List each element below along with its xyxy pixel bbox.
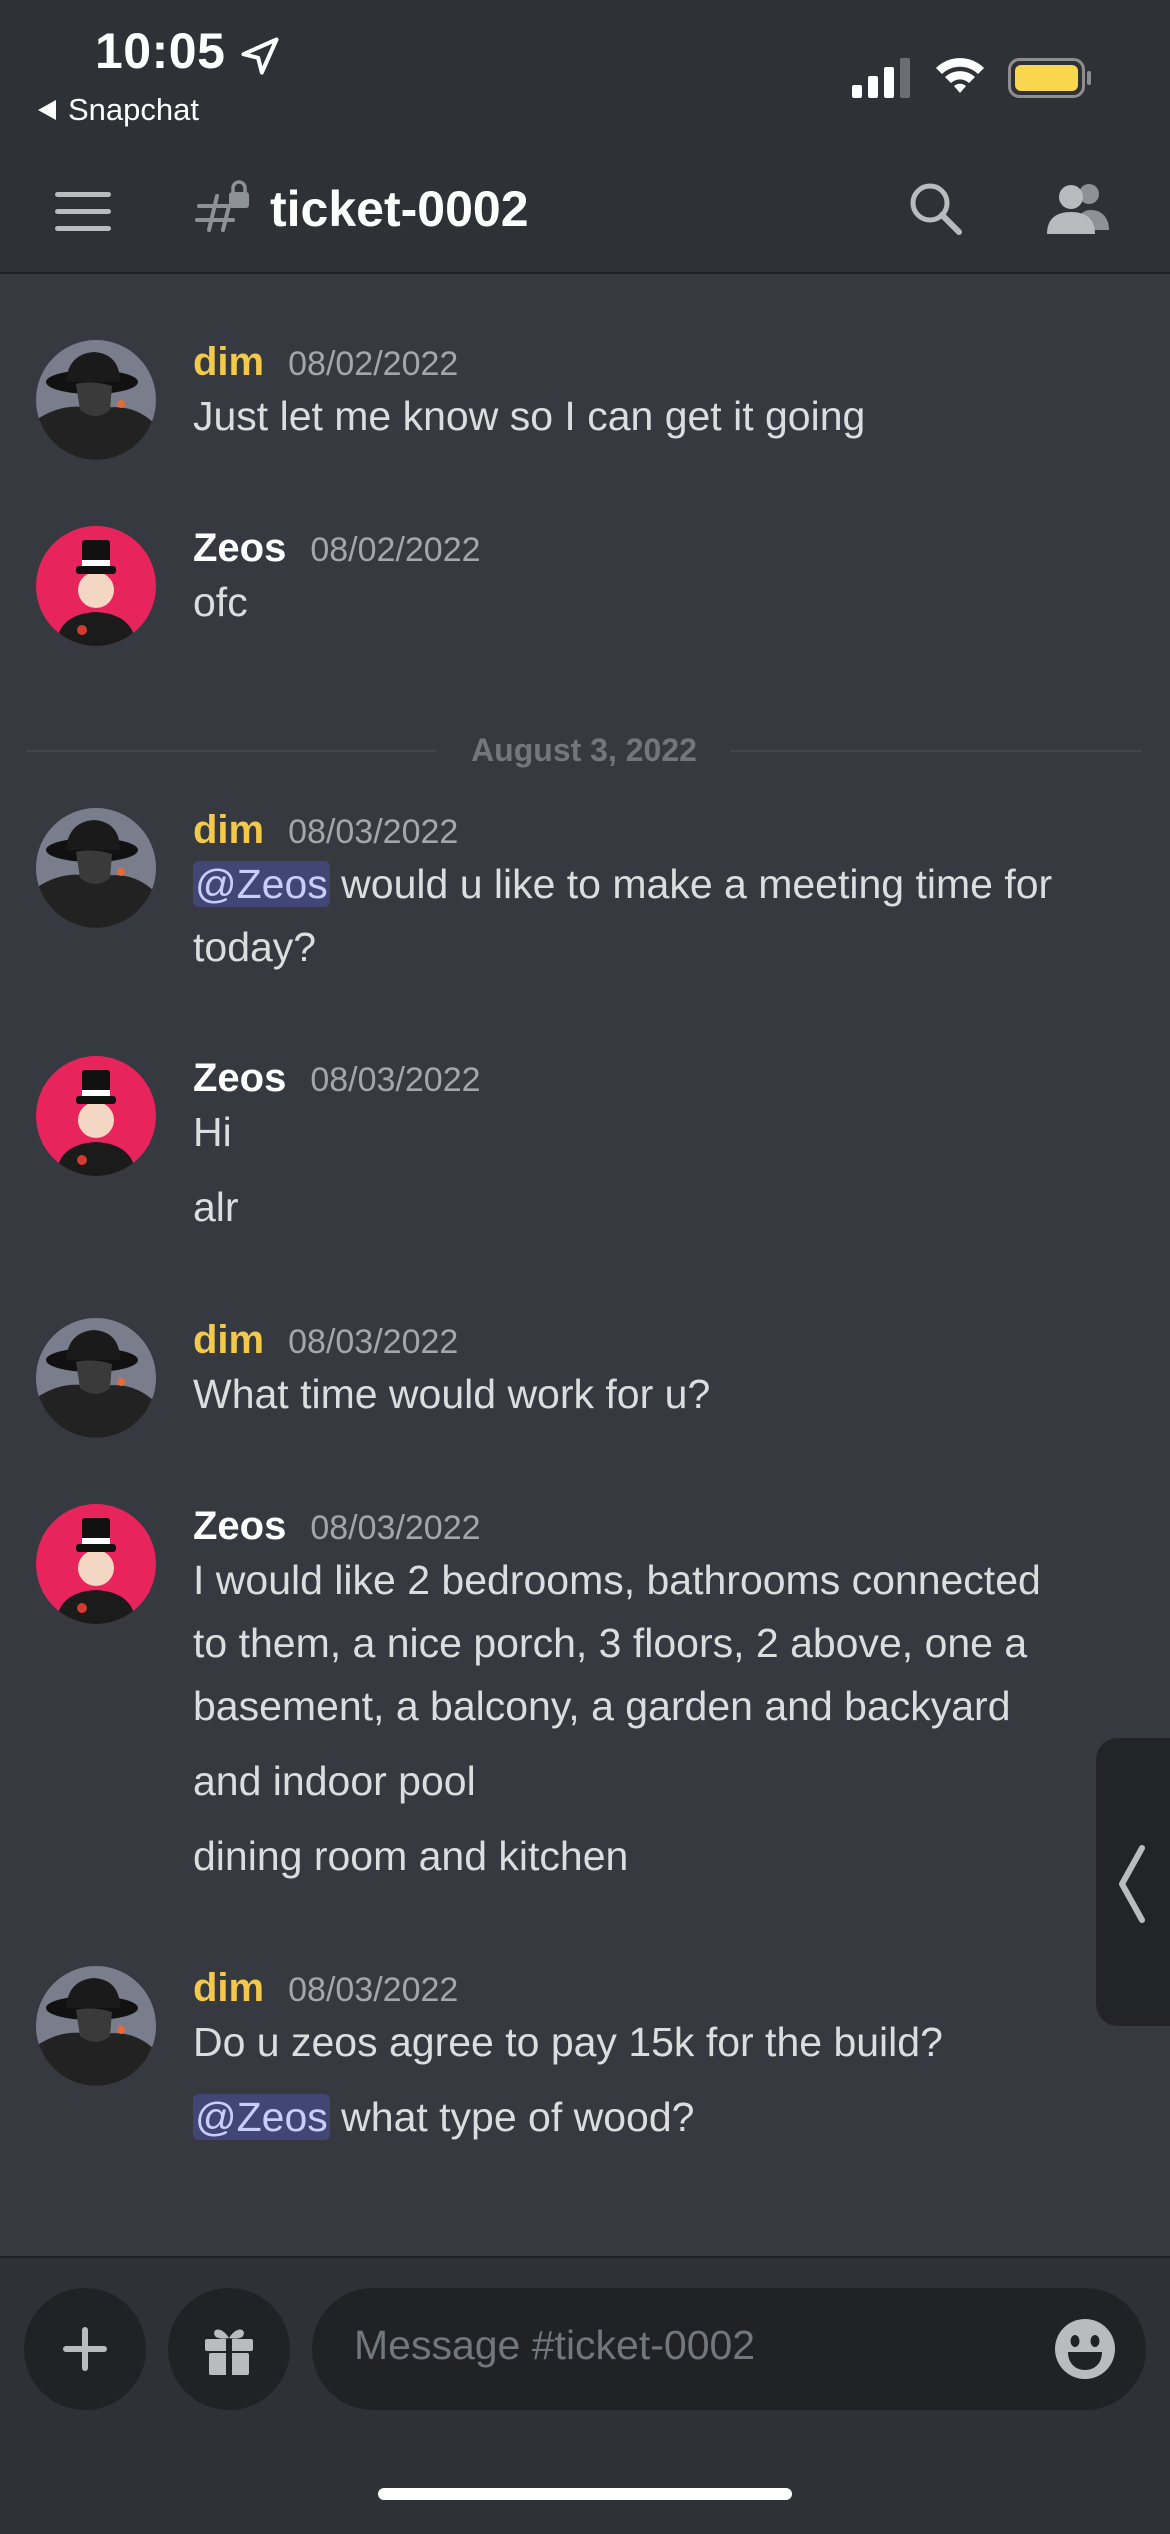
message-timestamp: 08/03/2022 [310,1509,481,1547]
wifi-icon [936,58,984,93]
battery-icon [1008,58,1091,98]
message-author[interactable]: dim [193,1318,264,1363]
channel-title: ticket-0002 [270,181,529,237]
message-text: What time would work for u? [193,1371,711,1417]
avatar-zeos[interactable] [36,526,156,646]
message-text: @Zeos would u like to make a meeting tim… [193,853,1143,916]
message-author[interactable]: dim [193,340,264,385]
message-author[interactable]: Zeos [193,526,286,571]
date-divider-label: August 3, 2022 [443,732,725,768]
gift-icon [205,2329,253,2375]
message-timestamp: 08/02/2022 [310,531,481,569]
avatar-dim-image [36,1318,156,1438]
avatar-dim[interactable] [36,1318,156,1438]
home-indicator[interactable] [378,2488,792,2500]
message-author[interactable]: dim [193,808,264,853]
locked-channel-icon [195,180,249,232]
avatar-dim-image [36,1966,156,2086]
avatar-zeos-image [36,1504,156,1624]
message-text: Do u zeos agree to pay 15k for the build… [193,2019,943,2065]
message-list[interactable]: dim 08/02/2022 Just let me know so I can … [0,274,1170,2274]
members-icon[interactable] [1045,180,1111,236]
message-text: and indoor pool [193,1758,476,1804]
search-icon[interactable] [905,178,965,238]
message-text: @Zeos what type of wood? [193,2086,1143,2149]
channel-header: ticket-0002 [0,150,1170,274]
chevron-left-icon [1119,1845,1145,1923]
location-arrow-icon [241,37,279,75]
avatar-dim-image [36,808,156,928]
message-text: Hi [193,1109,232,1155]
avatar-dim[interactable] [36,808,156,928]
message-input[interactable]: Message #ticket-0002 [312,2288,1146,2410]
cellular-signal-icon [852,58,910,98]
message-author[interactable]: Zeos [193,1056,286,1101]
message-author[interactable]: dim [193,1966,264,2011]
message-text: dining room and kitchen [193,1833,629,1879]
emoji-icon[interactable] [1054,2318,1116,2380]
message-input-placeholder: Message #ticket-0002 [354,2322,756,2368]
gift-button[interactable] [168,2288,290,2410]
status-time: 10:05 [95,23,226,79]
avatar-zeos-image [36,1056,156,1176]
avatar-zeos[interactable] [36,1056,156,1176]
message-text: to them, a nice porch, 3 floors, 2 above… [193,1620,1028,1666]
avatar-zeos[interactable] [36,1504,156,1624]
plus-icon [63,2327,107,2371]
message-text-part: would u like to make a meeting time for [329,861,1053,907]
message-timestamp: 08/02/2022 [288,345,459,383]
date-divider: August 3, 2022 [26,730,1142,770]
add-attachment-button[interactable] [24,2288,146,2410]
avatar-dim-image [36,340,156,460]
message-timestamp: 08/03/2022 [288,1971,459,2009]
message-timestamp: 08/03/2022 [310,1061,481,1099]
user-mention[interactable]: @Zeos [193,2094,330,2140]
back-arrow-icon [38,99,56,120]
message-timestamp: 08/03/2022 [288,813,459,851]
message-text: I would like 2 bedrooms, bathrooms conne… [193,1557,1041,1603]
message-text-part: what type of wood? [329,2094,695,2140]
message-text: alr [193,1184,239,1230]
message-text: ofc [193,579,248,625]
message-author[interactable]: Zeos [193,1504,286,1549]
message-timestamp: 08/03/2022 [288,1323,459,1361]
message-text: Just let me know so I can get it going [193,393,866,439]
user-mention[interactable]: @Zeos [193,861,330,907]
message-text: today? [193,924,317,970]
message-text: basement, a balcony, a garden and backya… [193,1683,1011,1729]
menu-icon[interactable] [55,190,111,234]
avatar-zeos-image [36,526,156,646]
status-bar: 10:05 Snapchat [0,0,1170,150]
avatar-dim[interactable] [36,340,156,460]
back-app-label: Snapchat [68,92,199,127]
member-drawer-tab[interactable] [1096,1738,1170,2026]
back-to-app-link[interactable]: Snapchat [38,92,199,128]
avatar-dim[interactable] [36,1966,156,2086]
